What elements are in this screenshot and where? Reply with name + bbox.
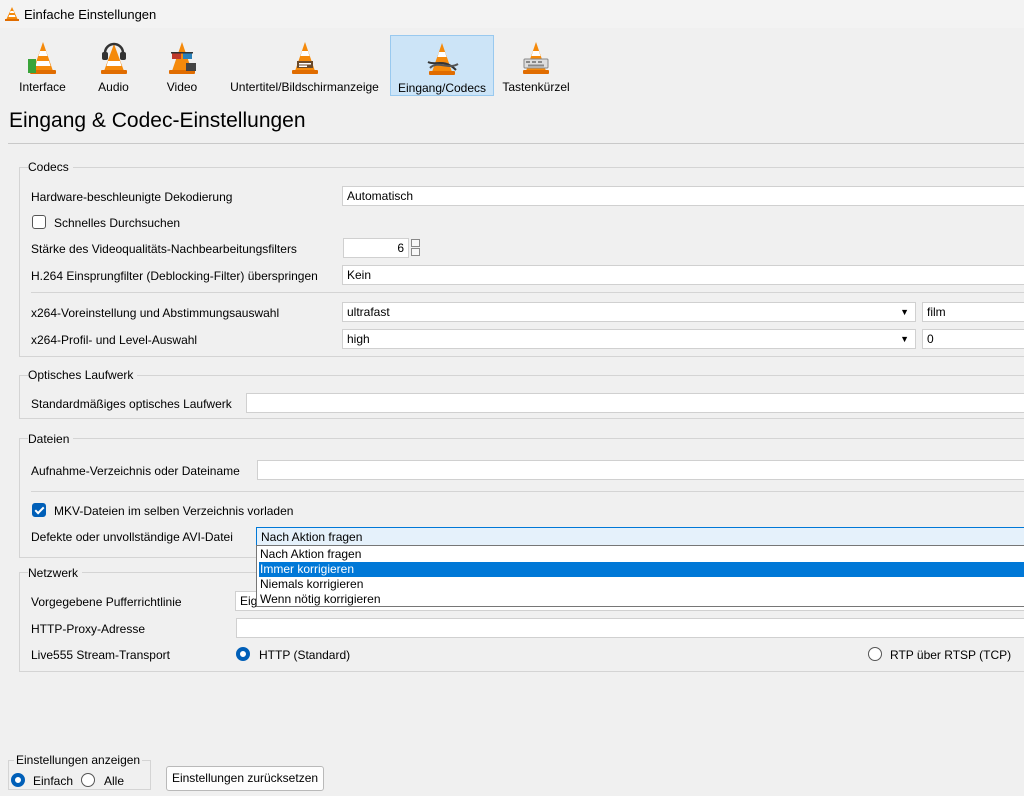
divider bbox=[31, 292, 1024, 293]
record-path-input[interactable] bbox=[257, 460, 1024, 480]
proxy-label: HTTP-Proxy-Adresse bbox=[31, 622, 146, 636]
hw-decoding-label: Hardware-beschleunigte Dekodierung bbox=[31, 190, 233, 204]
divider bbox=[31, 491, 1024, 492]
pp-quality-label: Stärke des Videoqualitäts-Nachbearbeitun… bbox=[31, 242, 297, 256]
x264-profile-label: x264-Profil- und Level-Auswahl bbox=[31, 333, 198, 347]
transport-label: Live555 Stream-Transport bbox=[31, 648, 170, 662]
tab-interface[interactable]: Interface bbox=[10, 35, 75, 96]
x264-preset-label: x264-Voreinstellung und Abstimmungsauswa… bbox=[31, 306, 280, 320]
tab-label: Eingang/Codecs bbox=[397, 81, 487, 95]
hw-decoding-select[interactable]: Automatisch bbox=[342, 186, 1024, 206]
window-title: Einfache Einstellungen bbox=[24, 7, 157, 22]
transport-rtsp-label: RTP über RTSP (TCP) bbox=[890, 648, 1012, 662]
divider bbox=[8, 143, 1024, 144]
pp-quality-value: 6 bbox=[397, 241, 404, 255]
x264-preset-value: ultrafast bbox=[347, 305, 390, 319]
chevron-down-icon: ▼ bbox=[900, 334, 909, 344]
all-mode-radio[interactable] bbox=[81, 773, 95, 787]
dropdown-option[interactable]: Niemals korrigieren bbox=[259, 577, 1024, 592]
simple-mode-label: Einfach bbox=[33, 774, 74, 788]
tab-video[interactable]: Video bbox=[152, 35, 212, 96]
skip-loop-select[interactable]: Kein bbox=[342, 265, 1024, 285]
tab-audio[interactable]: Audio bbox=[86, 35, 141, 96]
x264-tune-value: film bbox=[927, 305, 946, 319]
proxy-input[interactable] bbox=[236, 618, 1024, 638]
dropdown-option-highlighted[interactable]: Immer korrigieren bbox=[259, 562, 1024, 577]
tab-label: Untertitel/Bildschirmanzeige bbox=[230, 80, 379, 94]
optical-drive-input[interactable] bbox=[246, 393, 1024, 413]
transport-http-label: HTTP (Standard) bbox=[259, 648, 351, 662]
transport-rtsp-radio[interactable] bbox=[868, 647, 882, 661]
x264-level-field[interactable]: 0 bbox=[922, 329, 1024, 349]
x264-profile-select[interactable]: high ▼ bbox=[342, 329, 916, 349]
cone-interface-icon bbox=[27, 42, 56, 74]
all-mode-label: Alle bbox=[104, 774, 125, 788]
cone-headphones-icon bbox=[100, 42, 127, 74]
transport-http-radio[interactable] bbox=[236, 647, 250, 661]
title-bar: Einfache Einstellungen bbox=[0, 0, 1024, 28]
network-group-title: Netzwerk bbox=[28, 566, 83, 580]
tab-label: Video bbox=[166, 80, 198, 94]
tab-subtitles[interactable]: Untertitel/Bildschirmanzeige bbox=[222, 35, 387, 96]
dropdown-option[interactable]: Wenn nötig korrigieren bbox=[259, 592, 1024, 607]
skip-loop-value: Kein bbox=[347, 268, 372, 282]
avi-repair-value: Nach Aktion fragen bbox=[261, 530, 363, 544]
x264-profile-value: high bbox=[347, 332, 370, 346]
chevron-down-icon: ▼ bbox=[900, 307, 909, 317]
caching-value: Eig bbox=[240, 594, 258, 608]
simple-mode-radio[interactable] bbox=[11, 773, 25, 787]
reset-settings-button[interactable]: Einstellungen zurücksetzen bbox=[166, 766, 324, 791]
tab-label: Audio bbox=[98, 80, 129, 94]
optical-drive-label: Standardmäßiges optisches Laufwerk bbox=[31, 397, 232, 411]
fast-seek-label: Schnelles Durchsuchen bbox=[54, 216, 181, 230]
dropdown-option[interactable]: Nach Aktion fragen bbox=[259, 547, 1024, 562]
skip-loop-label: H.264 Einsprungfilter (Deblocking-Filter… bbox=[31, 269, 318, 283]
page-title: Eingang & Codec-Einstellungen bbox=[9, 109, 306, 132]
tab-label: Tastenkürzel bbox=[502, 80, 570, 94]
x264-preset-select[interactable]: ultrafast ▼ bbox=[342, 302, 916, 322]
pp-quality-spinbox[interactable]: 6 bbox=[343, 238, 409, 258]
avi-repair-label: Defekte oder unvollständige AVI-Datei bbox=[31, 530, 233, 544]
tab-input-codecs[interactable]: Eingang/Codecs bbox=[390, 35, 494, 96]
optical-group-title: Optisches Laufwerk bbox=[28, 368, 138, 382]
mkv-preload-label: MKV-Dateien im selben Verzeichnis vorlad… bbox=[54, 504, 294, 518]
avi-repair-select[interactable]: Nach Aktion fragen bbox=[256, 527, 1024, 547]
tab-hotkeys[interactable]: Tastenkürzel bbox=[497, 35, 575, 96]
cone-subtitles-icon bbox=[291, 42, 318, 74]
spin-up-icon[interactable] bbox=[411, 239, 420, 247]
spin-down-icon[interactable] bbox=[411, 248, 420, 256]
x264-level-value: 0 bbox=[927, 332, 934, 346]
hw-decoding-value: Automatisch bbox=[347, 189, 414, 203]
x264-tune-select[interactable]: film bbox=[922, 302, 1024, 322]
codecs-group-title: Codecs bbox=[28, 160, 73, 174]
category-toolbar: Interface Audio Video Untertitel/Bildsch… bbox=[0, 30, 1024, 98]
avi-repair-dropdown-list: Nach Aktion fragen Immer korrigieren Nie… bbox=[256, 545, 1024, 607]
cone-glasses-icon bbox=[169, 42, 196, 74]
fast-seek-checkbox[interactable] bbox=[32, 215, 46, 229]
pp-quality-spinner[interactable] bbox=[411, 239, 420, 257]
cone-cables-icon bbox=[427, 43, 459, 75]
files-group-title: Dateien bbox=[28, 432, 74, 446]
vlc-cone-icon bbox=[5, 7, 19, 21]
record-path-label: Aufnahme-Verzeichnis oder Dateiname bbox=[31, 464, 240, 478]
tab-label: Interface bbox=[19, 80, 66, 94]
caching-label: Vorgegebene Pufferrichtlinie bbox=[31, 595, 182, 609]
cone-hotkeys-icon bbox=[523, 42, 549, 74]
show-settings-title: Einstellungen anzeigen bbox=[14, 753, 143, 767]
mkv-preload-checkbox[interactable] bbox=[32, 503, 46, 517]
